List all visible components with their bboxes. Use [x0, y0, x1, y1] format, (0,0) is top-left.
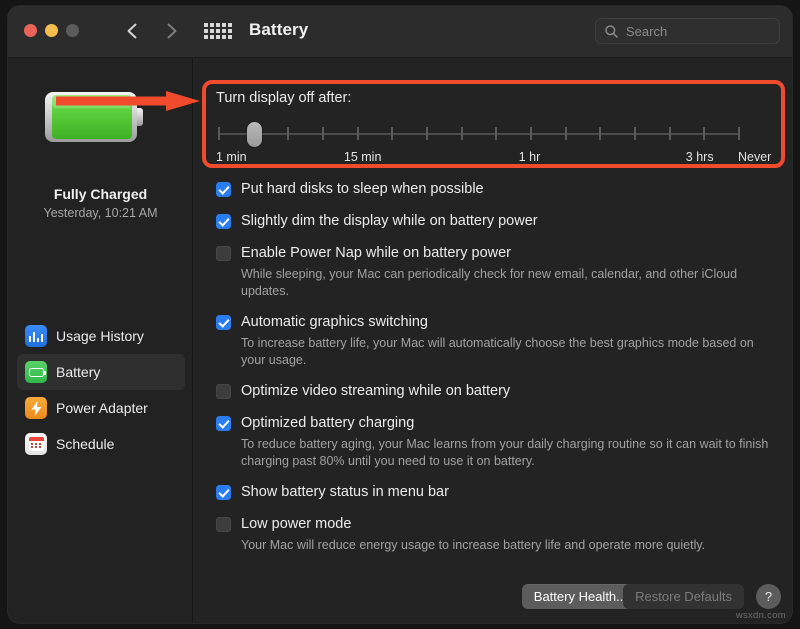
- slider-scale-label: 1 hr: [519, 150, 541, 164]
- slider-tick: [703, 127, 705, 140]
- option-row[interactable]: Put hard disks to sleep when possible: [216, 180, 782, 199]
- spacer: [216, 299, 782, 313]
- sidebar-item-label: Usage History: [56, 328, 144, 344]
- slider-tick: [530, 127, 532, 140]
- spacer: [216, 231, 782, 244]
- slider-tick: [287, 127, 289, 140]
- main-content: Turn display off after: 1 min 15 min 1 hr 3…: [194, 58, 792, 623]
- option-checkbox[interactable]: [216, 214, 231, 229]
- battery-options-list: Put hard disks to sleep when possible Sli…: [216, 180, 782, 568]
- search-icon: [604, 24, 619, 39]
- forward-button[interactable]: [158, 18, 184, 44]
- option-label: Show battery status in menu bar: [241, 483, 449, 502]
- option-label: Slightly dim the display while on batter…: [241, 212, 538, 231]
- option-row[interactable]: Optimized battery charging: [216, 414, 782, 433]
- option-row[interactable]: Show battery status in menu bar: [216, 483, 782, 502]
- slider-tick: [495, 127, 497, 140]
- slider-scale-label: Never: [738, 150, 771, 164]
- option-checkbox[interactable]: [216, 416, 231, 431]
- spacer: [216, 199, 782, 212]
- usage-history-icon: [25, 325, 47, 347]
- slider-tick: [565, 127, 567, 140]
- option-row[interactable]: Slightly dim the display while on batter…: [216, 212, 782, 231]
- preferences-window: Battery Search: [8, 6, 792, 623]
- battery-timestamp-text: Yesterday, 10:21 AM: [8, 206, 193, 220]
- display-sleep-slider-section: Turn display off after: 1 min 15 min 1 hr 3…: [216, 90, 776, 168]
- window-toolbar: Battery Search: [8, 6, 792, 58]
- slider-tick: [218, 127, 220, 140]
- power-adapter-bolt-icon: [25, 397, 47, 419]
- close-button[interactable]: [24, 24, 37, 37]
- slider-track: [218, 133, 740, 135]
- sidebar-nav-list: Usage History Battery Power Adapter: [17, 318, 185, 462]
- battery-status-text: Fully Charged: [8, 186, 193, 202]
- slider-tick: [322, 127, 324, 140]
- page-title: Battery: [249, 20, 308, 40]
- help-button[interactable]: ?: [756, 584, 781, 609]
- slider-tick: [599, 127, 601, 140]
- slider-scale-label: 1 min: [216, 150, 247, 164]
- option-checkbox[interactable]: [216, 182, 231, 197]
- spacer: [216, 554, 782, 568]
- option-checkbox[interactable]: [216, 315, 231, 330]
- slider-scale-label: 3 hrs: [686, 150, 714, 164]
- schedule-calendar-icon: [25, 433, 47, 455]
- slider-thumb[interactable]: [247, 122, 262, 147]
- option-description: While sleeping, your Mac can periodicall…: [241, 266, 779, 299]
- option-row[interactable]: Optimize video streaming while on batter…: [216, 382, 782, 401]
- back-button[interactable]: [120, 18, 146, 44]
- sidebar-item-label: Power Adapter: [56, 400, 148, 416]
- watermark: wsxdn.com: [736, 610, 786, 621]
- sidebar-item-battery[interactable]: Battery: [17, 354, 185, 390]
- bottom-button-bar: Battery Health... Restore Defaults ?: [194, 584, 792, 610]
- zoom-button[interactable]: [66, 24, 79, 37]
- slider-tick: [669, 127, 671, 140]
- option-row[interactable]: Enable Power Nap while on battery power: [216, 244, 782, 263]
- slider-label: Turn display off after:: [216, 90, 776, 106]
- sidebar-item-power-adapter[interactable]: Power Adapter: [17, 390, 185, 426]
- spacer: [216, 368, 782, 382]
- sidebar-item-label: Schedule: [56, 436, 114, 452]
- display-sleep-slider[interactable]: [218, 121, 740, 147]
- option-checkbox[interactable]: [216, 485, 231, 500]
- option-description: To increase battery life, your Mac will …: [241, 335, 779, 368]
- sidebar: Fully Charged Yesterday, 10:21 AM Usage …: [8, 58, 193, 623]
- minimize-button[interactable]: [45, 24, 58, 37]
- spacer: [216, 502, 782, 515]
- sidebar-item-usage-history[interactable]: Usage History: [17, 318, 185, 354]
- option-label: Optimize video streaming while on batter…: [241, 382, 510, 401]
- search-placeholder: Search: [626, 24, 667, 39]
- slider-scale-label: 15 min: [344, 150, 382, 164]
- slider-tick: [634, 127, 636, 140]
- battery-health-button[interactable]: Battery Health...: [522, 584, 639, 609]
- battery-full-green-icon: [42, 86, 157, 148]
- slider-tick: [391, 127, 393, 140]
- spacer: [216, 469, 782, 483]
- option-label: Put hard disks to sleep when possible: [241, 180, 484, 199]
- option-checkbox[interactable]: [216, 384, 231, 399]
- sidebar-item-schedule[interactable]: Schedule: [17, 426, 185, 462]
- slider-tick: [738, 127, 740, 140]
- option-description: Your Mac will reduce energy usage to inc…: [241, 537, 779, 554]
- option-label: Low power mode: [241, 515, 351, 534]
- slider-tick: [426, 127, 428, 140]
- option-description: To reduce battery aging, your Mac learns…: [241, 436, 779, 469]
- slider-tick: [357, 127, 359, 140]
- show-all-grid-icon[interactable]: [204, 23, 232, 39]
- slider-scale-labels: 1 min 15 min 1 hr 3 hrs Never: [216, 150, 776, 168]
- search-field[interactable]: Search: [595, 18, 780, 44]
- battery-icon: [25, 361, 47, 383]
- option-checkbox[interactable]: [216, 246, 231, 261]
- option-label: Optimized battery charging: [241, 414, 414, 433]
- option-checkbox[interactable]: [216, 517, 231, 532]
- spacer: [216, 401, 782, 414]
- sidebar-item-label: Battery: [56, 364, 100, 380]
- option-row[interactable]: Low power mode: [216, 515, 782, 534]
- option-row[interactable]: Automatic graphics switching: [216, 313, 782, 332]
- option-label: Automatic graphics switching: [241, 313, 428, 332]
- restore-defaults-button[interactable]: Restore Defaults: [623, 584, 744, 609]
- slider-tick: [461, 127, 463, 140]
- option-label: Enable Power Nap while on battery power: [241, 244, 511, 263]
